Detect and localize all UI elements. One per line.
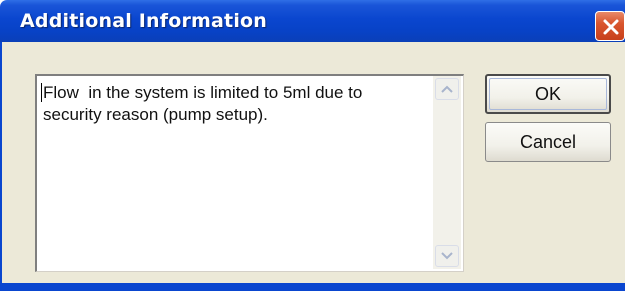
close-button[interactable] (595, 11, 625, 41)
cancel-button[interactable]: Cancel (485, 122, 611, 162)
scroll-down-button[interactable] (435, 245, 459, 267)
information-textarea[interactable]: Flow in the system is limited to 5ml due… (35, 74, 464, 272)
close-icon (603, 19, 619, 35)
dialog-title: Additional Information (20, 10, 268, 32)
focus-rectangle (489, 78, 607, 110)
scroll-up-button[interactable] (435, 78, 459, 100)
title-bar[interactable]: Additional Information (0, 0, 625, 42)
chevron-down-icon (441, 252, 453, 260)
cancel-button-label: Cancel (519, 132, 577, 152)
ok-button[interactable]: OK (485, 74, 611, 114)
text-caret (41, 83, 42, 102)
chevron-up-icon (441, 85, 453, 93)
dialog-window: Additional Information Flow in the syste… (0, 0, 625, 291)
information-text: Flow in the system is limited to 5ml due… (43, 83, 363, 124)
vertical-scrollbar[interactable] (433, 76, 461, 269)
window-bottom-border (0, 283, 625, 291)
